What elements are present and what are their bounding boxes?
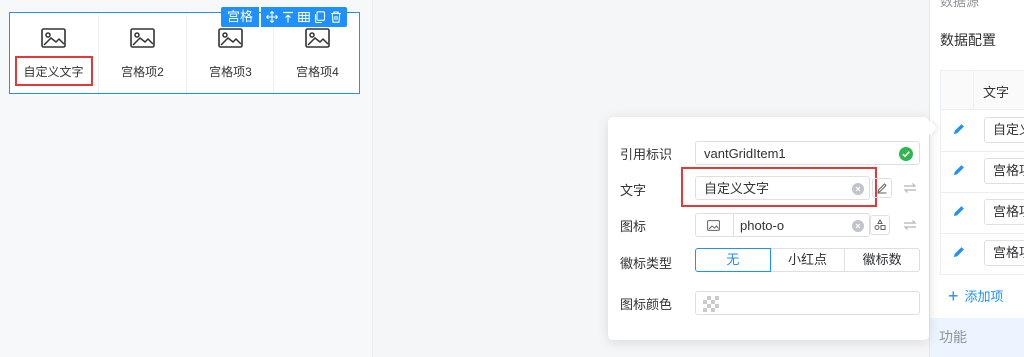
add-item-button[interactable]: + 添加项	[948, 286, 1004, 305]
grid-item-label: 宫格项3	[209, 65, 252, 79]
icon-label: 图标	[620, 219, 647, 234]
plus-icon: +	[948, 285, 959, 306]
clear-icon[interactable]	[852, 220, 864, 232]
icon-input[interactable]: photo-o	[695, 213, 870, 237]
edit-icon[interactable]	[952, 163, 966, 177]
grid-item-label: 宫格项2	[121, 65, 164, 79]
section-heading: 数据源	[940, 0, 980, 9]
icon-color-picker[interactable]	[695, 291, 920, 315]
delete-icon[interactable]	[328, 9, 344, 25]
edit-icon[interactable]	[952, 245, 966, 259]
align-top-icon[interactable]	[280, 9, 296, 25]
feature-section-header[interactable]: 功能	[930, 318, 1024, 357]
table-header-text: 文字	[983, 85, 1010, 100]
table-header: 文字	[941, 71, 1024, 110]
ref-value: vantGridItem1	[704, 146, 786, 161]
row-text-input[interactable]: 宫格项2	[984, 158, 1024, 184]
move-icon[interactable]	[264, 9, 280, 25]
swap-icon[interactable]	[900, 178, 920, 198]
text-label: 文字	[620, 183, 647, 198]
edit-icon[interactable]	[952, 204, 966, 218]
data-config-title: 数据配置	[940, 32, 996, 48]
badge-type-selector: 无 小红点 徽标数	[695, 248, 921, 272]
badge-option-none[interactable]: 无	[695, 248, 771, 272]
table-row: 宫格项4	[941, 233, 1024, 275]
edit-icon[interactable]	[952, 122, 966, 136]
row-text-input[interactable]: 宫格项3	[984, 199, 1024, 225]
table-icon[interactable]	[296, 9, 312, 25]
feature-label: 功能	[939, 329, 967, 345]
component-toolbar: 宫格	[221, 7, 348, 27]
photo-icon	[41, 28, 66, 48]
highlight-box	[15, 56, 93, 86]
table-row: 自定义文字	[941, 110, 1024, 152]
check-circle-icon	[899, 147, 913, 161]
row-text-input[interactable]: 宫格项4	[984, 240, 1024, 266]
icon-color-label: 图标颜色	[620, 297, 673, 312]
edit-text-button[interactable]	[872, 178, 892, 198]
add-item-label: 添加项	[964, 289, 1004, 304]
photo-icon	[130, 28, 155, 48]
swap-icon[interactable]	[900, 215, 920, 235]
photo-icon	[707, 220, 720, 231]
ref-input[interactable]: vantGridItem1	[695, 141, 920, 165]
table-row: 宫格项2	[941, 151, 1024, 193]
component-name-tag[interactable]: 宫格	[221, 7, 260, 27]
grid-item-label: 宫格项4	[296, 65, 339, 79]
highlight-box	[681, 167, 877, 207]
ref-label: 引用标识	[620, 147, 673, 162]
items-table: 文字 自定义文字 宫格项2 宫格项3 宫格项4	[940, 70, 1024, 275]
grid-item-2[interactable]: 宫格项2	[98, 13, 186, 93]
badge-type-label: 徽标类型	[620, 256, 673, 271]
badge-option-dot[interactable]: 小红点	[769, 248, 846, 272]
copy-icon[interactable]	[312, 9, 328, 25]
transparent-swatch	[703, 296, 719, 312]
icon-value: photo-o	[740, 218, 785, 233]
badge-option-count[interactable]: 徽标数	[844, 248, 921, 272]
row-text-input[interactable]: 自定义文字	[984, 117, 1024, 143]
pencil-icon	[877, 183, 887, 194]
properties-panel: 数据源 数据配置 文字 自定义文字 宫格项2 宫格项3 宫格项4 + 添加项 功…	[929, 0, 1024, 357]
photo-icon	[305, 28, 330, 48]
icon-picker-button[interactable]	[870, 215, 890, 235]
table-row: 宫格项3	[941, 192, 1024, 234]
photo-icon	[218, 28, 243, 48]
item-edit-popover: 引用标识 vantGridItem1 文字 自定义文字 图标 photo-o 徽…	[608, 117, 938, 340]
shapes-icon	[874, 219, 886, 230]
